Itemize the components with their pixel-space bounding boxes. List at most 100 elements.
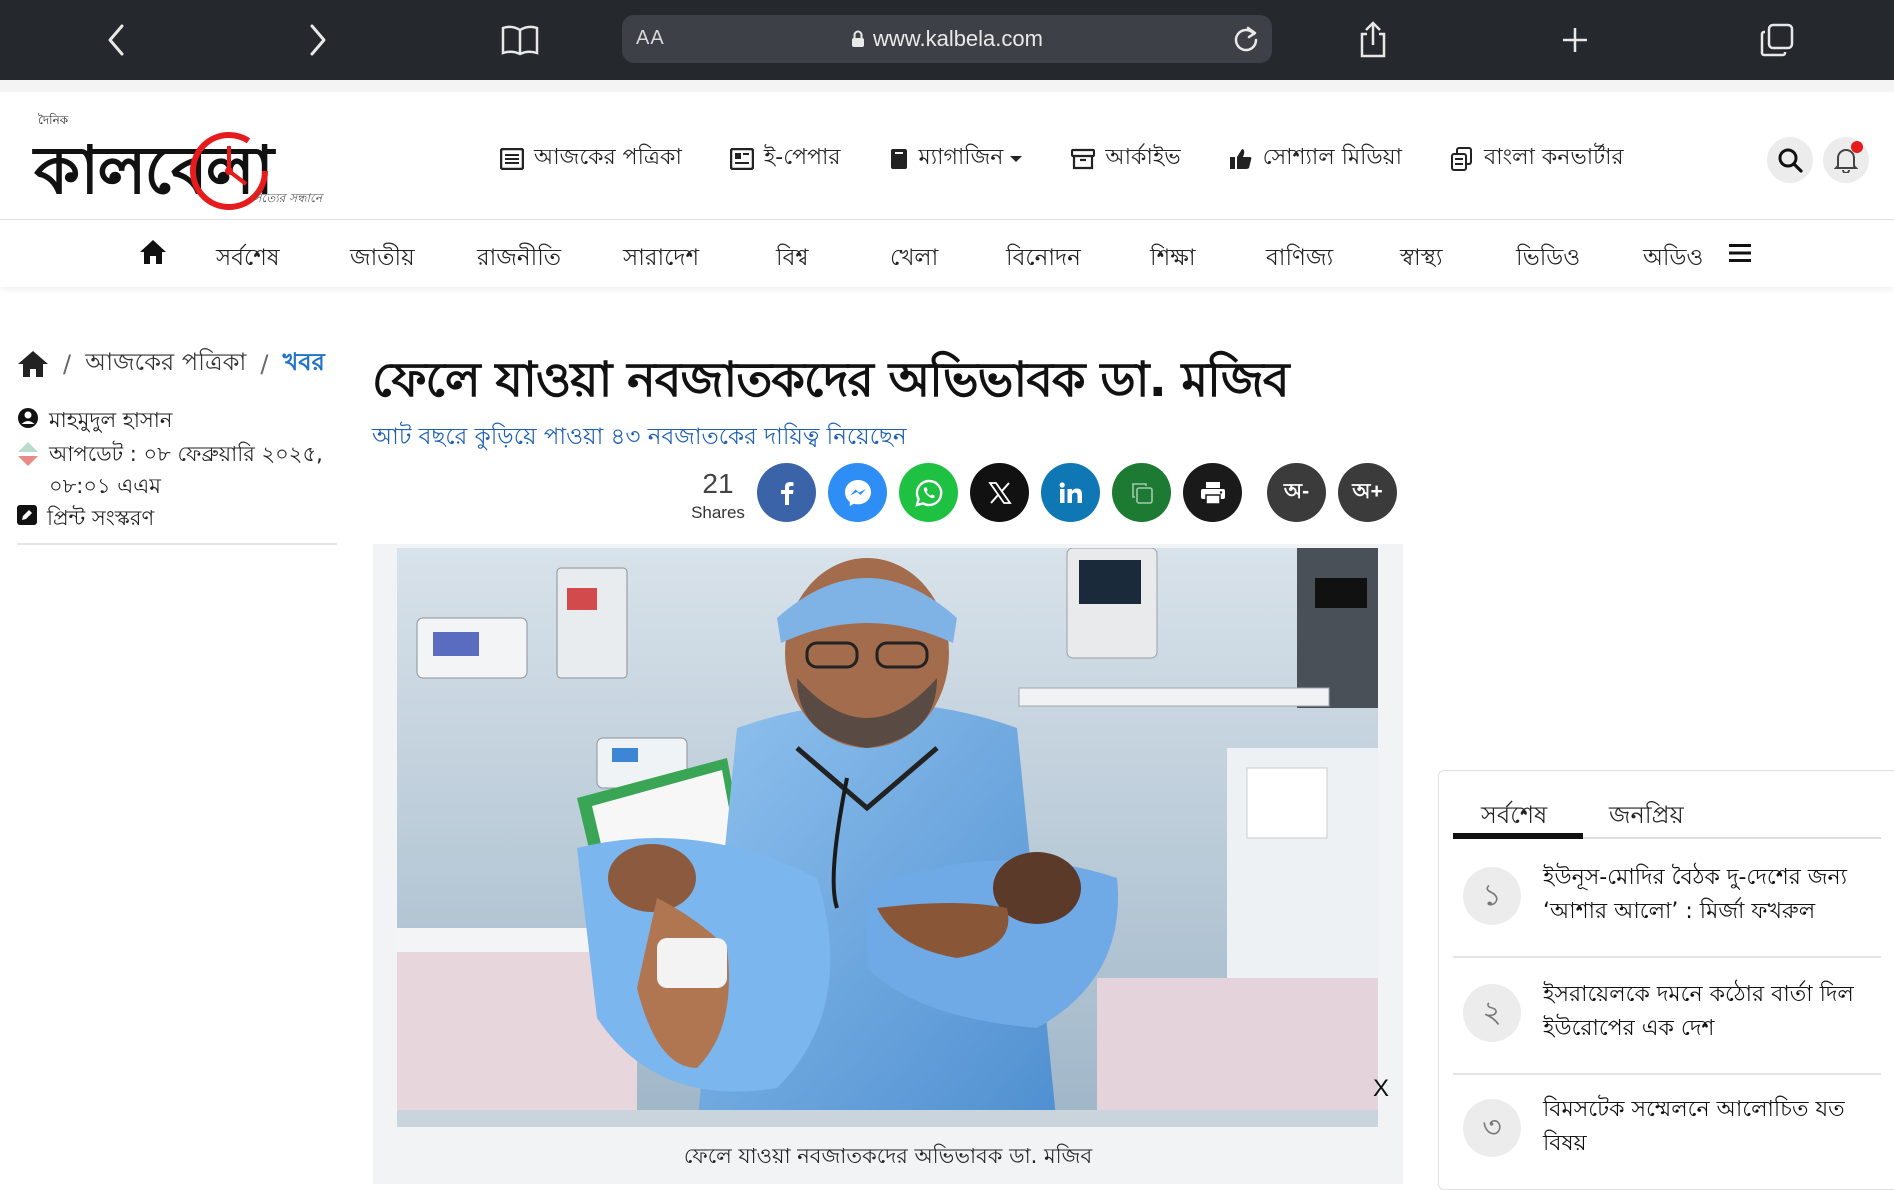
active-tab-indicator — [1453, 833, 1583, 839]
breadcrumb-news[interactable]: খবর — [282, 344, 324, 384]
url-text: www.kalbela.com — [873, 26, 1043, 51]
nav-label: ই-পেপার — [763, 145, 841, 170]
x-twitter-icon — [987, 481, 1012, 504]
updated-time: ০৮:০১ এএম — [49, 474, 161, 498]
updated-text: আপডেট : ০৮ ফেব্রুয়ারি ২০২৫, ০৮:০১ এএম — [49, 438, 323, 502]
book-icon — [890, 148, 907, 169]
forward-icon[interactable] — [294, 16, 342, 64]
list-item[interactable]: ৩ বিমসটেক সম্মেলনে আলোচিত যত বিষয় — [1453, 1093, 1881, 1183]
nav-label: সোশ্যাল মিডিয়া — [1262, 145, 1403, 170]
copy-link-button[interactable] — [1112, 463, 1171, 522]
epaper-icon — [729, 147, 754, 170]
cat-video[interactable]: ভিডিও — [1516, 239, 1580, 278]
caret-down-icon — [1010, 155, 1023, 162]
cat-world[interactable]: বিশ্ব — [776, 239, 809, 278]
nav-bangla-converter[interactable]: বাংলা কনভার্টার — [1450, 140, 1624, 177]
cat-education[interactable]: শিক্ষা — [1150, 239, 1196, 278]
headline-link[interactable]: বিমসটেক সম্মেলনে আলোচিত যত বিষয় — [1543, 1093, 1873, 1161]
messenger-share-button[interactable] — [828, 463, 887, 522]
reload-icon[interactable] — [1232, 25, 1260, 57]
linkedin-share-button[interactable] — [1041, 463, 1100, 522]
article-photo-container — [373, 544, 1403, 1184]
copy-icon — [1131, 482, 1153, 504]
home-icon[interactable] — [17, 350, 49, 378]
share-counter: 21 Shares — [686, 468, 750, 522]
cat-politics[interactable]: রাজনীতি — [477, 239, 561, 278]
nav-magazine[interactable]: ম্যাগাজিন — [889, 140, 1024, 177]
breadcrumb-todays-paper[interactable]: আজকের পত্রিকা — [85, 344, 246, 384]
nav-social-media[interactable]: সোশ্যাল মিডিয়া — [1229, 140, 1402, 177]
address-bar[interactable]: AA www.kalbela.com — [622, 15, 1272, 63]
share-icon[interactable] — [1349, 16, 1397, 64]
logo-tagline: সত্যের সন্ধানে — [253, 191, 322, 205]
hamburger-menu-icon[interactable] — [1729, 243, 1751, 263]
linkedin-icon — [1059, 481, 1082, 503]
cat-sports[interactable]: খেলা — [890, 239, 938, 278]
back-icon[interactable] — [92, 16, 140, 64]
photo-caption: ফেলে যাওয়া নবজাতকদের অভিভাবক ডা. মজিব — [683, 1144, 1093, 1168]
cat-national[interactable]: জাতীয় — [350, 239, 415, 278]
article-photo — [397, 548, 1378, 1127]
x-share-button[interactable] — [970, 463, 1029, 522]
headline-link[interactable]: ইসরায়েলকে দমনে কঠোর বার্তা দিল ইউরোপের … — [1543, 978, 1873, 1046]
article-subheadline: আট বছরে কুড়িয়ে পাওয়া ৪৩ নবজাতকের দায়… — [372, 424, 907, 450]
breadcrumb-separator: / — [260, 350, 269, 378]
breadcrumb-separator: / — [63, 350, 72, 378]
tab-latest[interactable]: সর্বশেষ — [1481, 797, 1547, 837]
new-tab-icon[interactable] — [1551, 16, 1599, 64]
nav-label: আজকের পত্রিকা — [534, 145, 682, 170]
search-button[interactable] — [1767, 137, 1813, 183]
notifications-button[interactable] — [1823, 137, 1869, 183]
author-name[interactable]: মাহমুদুল হাসান — [49, 404, 172, 439]
author-row: মাহমুদুল হাসান — [17, 404, 172, 439]
print-edition-label: প্রিন্ট সংস্করণ — [47, 506, 155, 530]
archive-icon — [1071, 148, 1096, 169]
list-item[interactable]: ২ ইসরায়েলকে দমনে কঠোর বার্তা দিল ইউরোপে… — [1453, 978, 1881, 1078]
whatsapp-icon — [914, 479, 942, 507]
print-button[interactable] — [1183, 463, 1242, 522]
rank-number: ২ — [1463, 984, 1521, 1042]
font-increase-button[interactable]: অ+ — [1338, 463, 1397, 522]
nav-epaper[interactable]: ই-পেপার — [729, 140, 841, 177]
cat-latest[interactable]: সর্বশেষ — [216, 239, 280, 278]
whatsapp-share-button[interactable] — [899, 463, 958, 522]
url-display[interactable]: www.kalbela.com — [622, 26, 1272, 54]
edit-square-icon — [17, 505, 37, 525]
update-arrows-icon — [18, 442, 38, 466]
font-decrease-button[interactable]: অ- — [1267, 463, 1326, 522]
nav-label: বাংলা কনভার্টার — [1484, 145, 1624, 170]
notification-dot — [1851, 141, 1863, 153]
nav-label: আর্কাইভ — [1105, 145, 1181, 170]
site-header: দৈনিক কালবেলা সত্যের সন্ধানে আজকের পত্রি… — [0, 80, 1894, 220]
photo-close-button[interactable]: X — [1373, 1075, 1389, 1103]
cat-entertainment[interactable]: বিনোদন — [1006, 239, 1081, 278]
cat-audio[interactable]: অডিও — [1643, 239, 1703, 278]
newspaper-icon — [500, 147, 524, 170]
thumbs-up-icon — [1229, 148, 1252, 169]
left-divider — [17, 543, 337, 545]
breadcrumb: / আজকের পত্রিকা / খবর — [17, 344, 325, 384]
updated-row: আপডেট : ০৮ ফেব্রুয়ারি ২০২৫, ০৮:০১ এএম — [17, 438, 323, 502]
print-edition-row[interactable]: প্রিন্ট সংস্করণ — [17, 502, 154, 537]
cat-health[interactable]: স্বাস্থ্য — [1400, 239, 1443, 278]
list-divider — [1453, 956, 1881, 958]
cat-business[interactable]: বাণিজ্য — [1266, 239, 1333, 278]
tab-popular[interactable]: জনপ্রিয় — [1609, 797, 1684, 837]
list-item[interactable]: ১ ইউনূস-মোদির বৈঠক দু-দেশের জন্য ‘আশার আ… — [1453, 861, 1881, 961]
facebook-icon — [780, 481, 793, 505]
site-logo[interactable]: দৈনিক কালবেলা সত্যের সন্ধানে — [34, 112, 344, 212]
share-count-number: 21 — [702, 468, 734, 499]
tabs-overview-icon[interactable] — [1753, 16, 1801, 64]
facebook-share-button[interactable] — [757, 463, 816, 522]
headline-link[interactable]: ইউনূস-মোদির বৈঠক দু-দেশের জন্য ‘আশার আলো… — [1543, 861, 1873, 929]
nav-archive[interactable]: আর্কাইভ — [1071, 140, 1181, 177]
browser-toolbar: AA www.kalbela.com — [0, 0, 1894, 80]
nav-todays-paper[interactable]: আজকের পত্রিকা — [500, 140, 682, 177]
share-count-label: Shares — [691, 503, 745, 522]
messenger-icon — [844, 479, 871, 506]
user-circle-icon — [18, 408, 38, 428]
cat-countrywide[interactable]: সারাদেশ — [623, 239, 699, 278]
rank-number: ৩ — [1463, 1099, 1521, 1157]
home-icon[interactable] — [139, 239, 167, 265]
reader-book-icon[interactable] — [496, 16, 544, 64]
